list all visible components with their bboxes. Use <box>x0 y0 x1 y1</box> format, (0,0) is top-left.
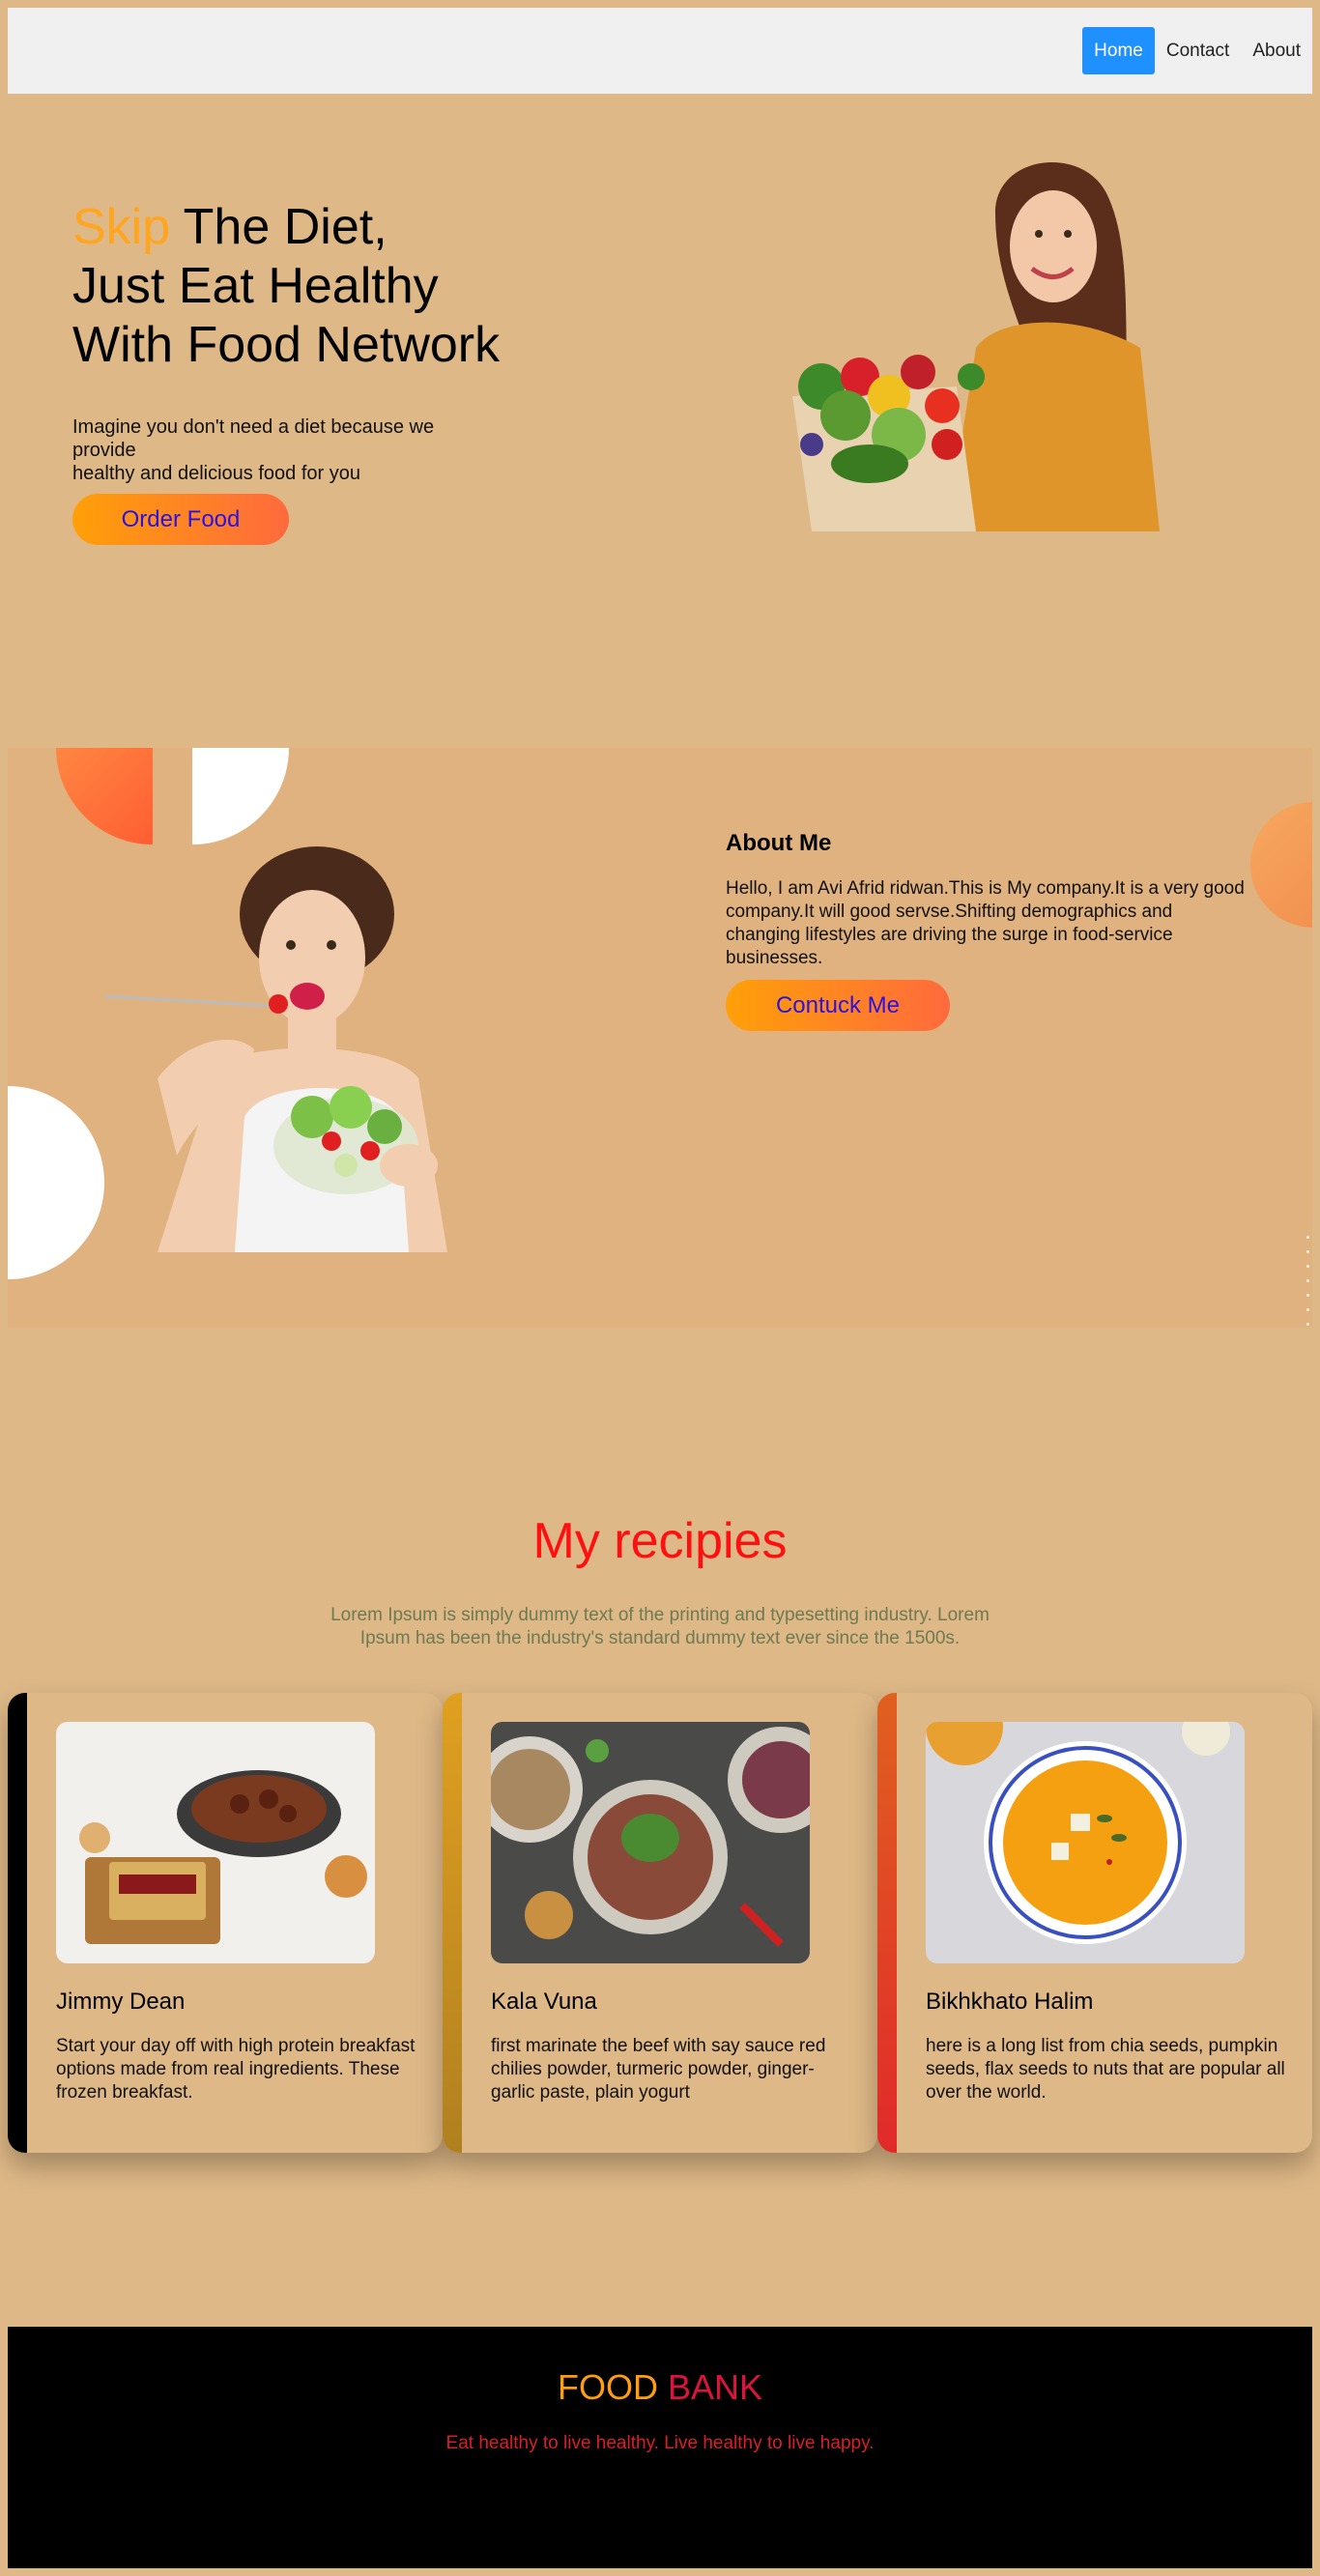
recipe-description: here is a long list from chia seeds, pum… <box>926 2036 1285 2103</box>
hero-woman-with-groceries-image <box>792 161 1160 531</box>
about-text: Hello, I am Avi Afrid ridwan.This is My … <box>726 878 1245 968</box>
footer-brand: FOOD BANK <box>8 2367 1312 2408</box>
decor-half-circle-peach <box>1250 802 1312 928</box>
recipe-title: Jimmy Dean <box>56 1989 186 2015</box>
hero-title-accent: Skip <box>72 199 171 255</box>
footer-tagline: Eat healthy to live healthy. Live health… <box>445 2433 875 2453</box>
recipe-image-kala-vuna <box>491 1722 810 1963</box>
hero-desc-line1: Imagine you don't need a diet because we… <box>72 416 435 461</box>
recipe-image-bikhkhato-halim <box>926 1722 1245 1963</box>
hero-title-line3: With Food Network <box>72 317 501 373</box>
recipe-image-jimmy-dean <box>56 1722 375 1963</box>
card-accent-bar <box>877 1693 897 2153</box>
about-heading: About Me <box>726 830 832 856</box>
recipe-card[interactable]: Jimmy Dean Start your day off with high … <box>8 1693 443 2153</box>
hero-title-line2: Just Eat Healthy <box>72 258 439 314</box>
recipes-subtitle: Lorem Ipsum is simply dummy text of the … <box>330 1605 990 1648</box>
nav-about-link[interactable]: About <box>1241 27 1312 74</box>
hero-desc-line2: healthy and delicious food for you <box>72 463 360 484</box>
recipe-description: Start your day off with high protein bre… <box>56 2036 416 2103</box>
nav-links: Home Contact About <box>1082 27 1312 74</box>
recipe-card[interactable]: Kala Vuna first marinate the beef with s… <box>443 1693 877 2153</box>
recipe-title: Bikhkhato Halim <box>926 1989 1094 2015</box>
card-accent-bar <box>443 1693 462 2153</box>
footer-brand-part1: FOOD <box>557 2367 658 2407</box>
nav-home-link[interactable]: Home <box>1082 27 1155 74</box>
nav-contact-link[interactable]: Contact <box>1155 27 1241 74</box>
contact-me-button[interactable]: Contuck Me <box>726 980 950 1031</box>
footer-brand-part2: BANK <box>667 2367 763 2407</box>
navbar: Home Contact About <box>8 8 1312 94</box>
footer: FOOD BANK Eat healthy to live healthy. L… <box>8 2327 1312 2568</box>
recipes-title: My recipies <box>532 1513 788 1569</box>
recipe-card[interactable]: Bikhkhato Halim here is a long list from… <box>877 1693 1312 2153</box>
hero-description: Imagine you don't need a diet because we… <box>72 415 478 485</box>
about-woman-eating-salad-image <box>103 846 447 1252</box>
decor-dots <box>1306 1236 1310 1328</box>
decor-half-circle-white <box>8 1086 104 1279</box>
recipe-title: Kala Vuna <box>491 1989 597 2015</box>
recipe-cards: Jimmy Dean Start your day off with high … <box>8 1693 1312 2153</box>
card-accent-bar <box>8 1693 27 2153</box>
order-food-button[interactable]: Order Food <box>72 494 289 545</box>
hero-title-line1: The Diet, <box>170 199 387 255</box>
about-section: About Me Hello, I am Avi Afrid ridwan.Th… <box>8 748 1312 1328</box>
hero-title: Skip The Diet, Just Eat Healthy With Foo… <box>72 198 652 375</box>
recipe-description: first marinate the beef with say sauce r… <box>491 2036 826 2103</box>
